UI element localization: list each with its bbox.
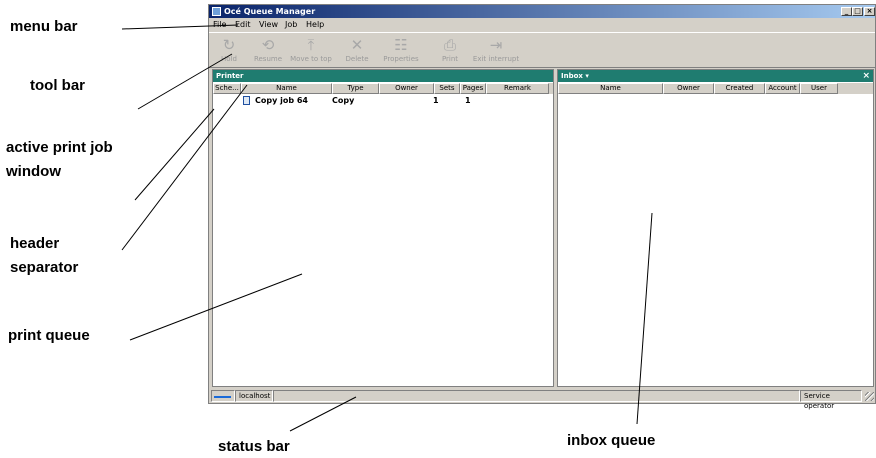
- tool-bar: ↻ Hold ⟲ Resume ⤒ Move to top ✕ Delete ☷…: [209, 32, 875, 68]
- inbox-column-header: Name Owner Created Account User: [558, 83, 873, 94]
- print-button[interactable]: ⎙ Print: [437, 35, 463, 63]
- inbox-col-user[interactable]: User: [800, 83, 838, 94]
- col-sets[interactable]: Sets: [434, 83, 460, 94]
- print-label: Print: [441, 55, 459, 63]
- callout-tool-bar: tool bar: [30, 77, 85, 94]
- app-icon: [212, 7, 221, 16]
- inbox-panel-header[interactable]: Inbox ▾: [558, 70, 873, 82]
- callout-header-separator: separator: [10, 259, 79, 276]
- callout-status-bar: status bar: [218, 438, 290, 455]
- printer-panel-header: Printer: [213, 70, 553, 82]
- menu-bar: File Edit View Job Help: [209, 19, 875, 31]
- window-title: Océ Queue Manager: [224, 7, 316, 16]
- job-name: Copy job 64: [255, 96, 308, 105]
- connection-box: [211, 390, 235, 402]
- col-remark[interactable]: Remark: [486, 83, 549, 94]
- move-to-top-icon: ⤒: [307, 36, 315, 54]
- col-type[interactable]: Type: [332, 83, 379, 94]
- properties-label: Properties: [383, 55, 419, 63]
- leader-active-print-job: [134, 108, 215, 201]
- print-icon: ⎙: [443, 36, 456, 54]
- resume-button[interactable]: ⟲ Resume: [253, 35, 283, 63]
- callout-inbox-queue: inbox queue: [567, 432, 656, 449]
- hold-button[interactable]: ↻ Hold: [217, 35, 241, 63]
- callout-active-print-job-window: window: [6, 163, 61, 180]
- col-pages[interactable]: Pages: [460, 83, 486, 94]
- exit-interrupt-button[interactable]: ⇥ Exit interrupt: [471, 35, 521, 63]
- callout-menu-bar: menu bar: [10, 18, 78, 35]
- inbox-panel: Inbox ▾ × Name Owner Created Account Use…: [557, 69, 874, 387]
- status-fill: [273, 390, 800, 402]
- inbox-col-created[interactable]: Created: [714, 83, 765, 94]
- menu-edit[interactable]: Edit: [235, 19, 251, 31]
- menu-file[interactable]: File: [213, 19, 226, 31]
- minimize-button[interactable]: _: [841, 7, 852, 16]
- inbox-col-account[interactable]: Account: [765, 83, 800, 94]
- resume-icon: ⟲: [261, 36, 275, 54]
- status-host: localhost: [235, 390, 273, 402]
- properties-icon: ☷: [394, 36, 408, 54]
- resume-label: Resume: [253, 55, 283, 63]
- status-bar: localhost Service operator: [209, 389, 875, 410]
- exit-interrupt-label: Exit interrupt: [472, 55, 520, 63]
- printer-column-header: Sche... Name Type Owner Sets Pages Remar…: [213, 83, 553, 94]
- active-print-job-row[interactable]: Copy job 64 Copy 1 1: [213, 95, 553, 107]
- hold-icon: ↻: [222, 36, 236, 54]
- status-role: Service operator: [800, 390, 862, 410]
- exit-interrupt-icon: ⇥: [489, 36, 503, 54]
- resize-grip-icon[interactable]: [865, 392, 874, 401]
- inbox-col-name[interactable]: Name: [558, 83, 663, 94]
- delete-label: Delete: [345, 55, 369, 63]
- inbox-col-owner[interactable]: Owner: [663, 83, 714, 94]
- callout-print-queue: print queue: [8, 327, 90, 344]
- document-icon: [243, 96, 250, 105]
- close-button[interactable]: ×: [864, 7, 875, 16]
- network-connection-icon: [214, 396, 231, 398]
- col-name[interactable]: Name: [241, 83, 332, 94]
- delete-icon: ✕: [350, 36, 364, 54]
- delete-button[interactable]: ✕ Delete: [342, 35, 372, 63]
- inbox-close-icon[interactable]: ×: [862, 70, 870, 82]
- callout-active-print-job: active print job: [6, 139, 113, 156]
- job-pages: 1: [465, 96, 471, 105]
- callout-header: header: [10, 235, 60, 252]
- printer-panel: Printer Sche... Name Type Owner Sets Pag…: [212, 69, 554, 387]
- maximize-button[interactable]: □: [852, 7, 863, 16]
- app-window: Océ Queue Manager _ □ × File Edit View J…: [208, 4, 876, 410]
- job-sets: 1: [433, 96, 439, 105]
- hold-label: Hold: [221, 55, 237, 63]
- move-to-top-label: Move to top: [290, 55, 332, 63]
- job-type: Copy: [332, 96, 355, 105]
- menu-view[interactable]: View: [259, 19, 278, 31]
- col-schedule[interactable]: Sche...: [213, 83, 241, 94]
- col-owner[interactable]: Owner: [379, 83, 434, 94]
- properties-button[interactable]: ☷ Properties: [379, 35, 423, 63]
- menu-job[interactable]: Job: [285, 19, 297, 31]
- move-to-top-button[interactable]: ⤒ Move to top: [289, 35, 333, 63]
- title-bar: Océ Queue Manager _ □ ×: [209, 5, 875, 18]
- menu-help[interactable]: Help: [306, 19, 324, 31]
